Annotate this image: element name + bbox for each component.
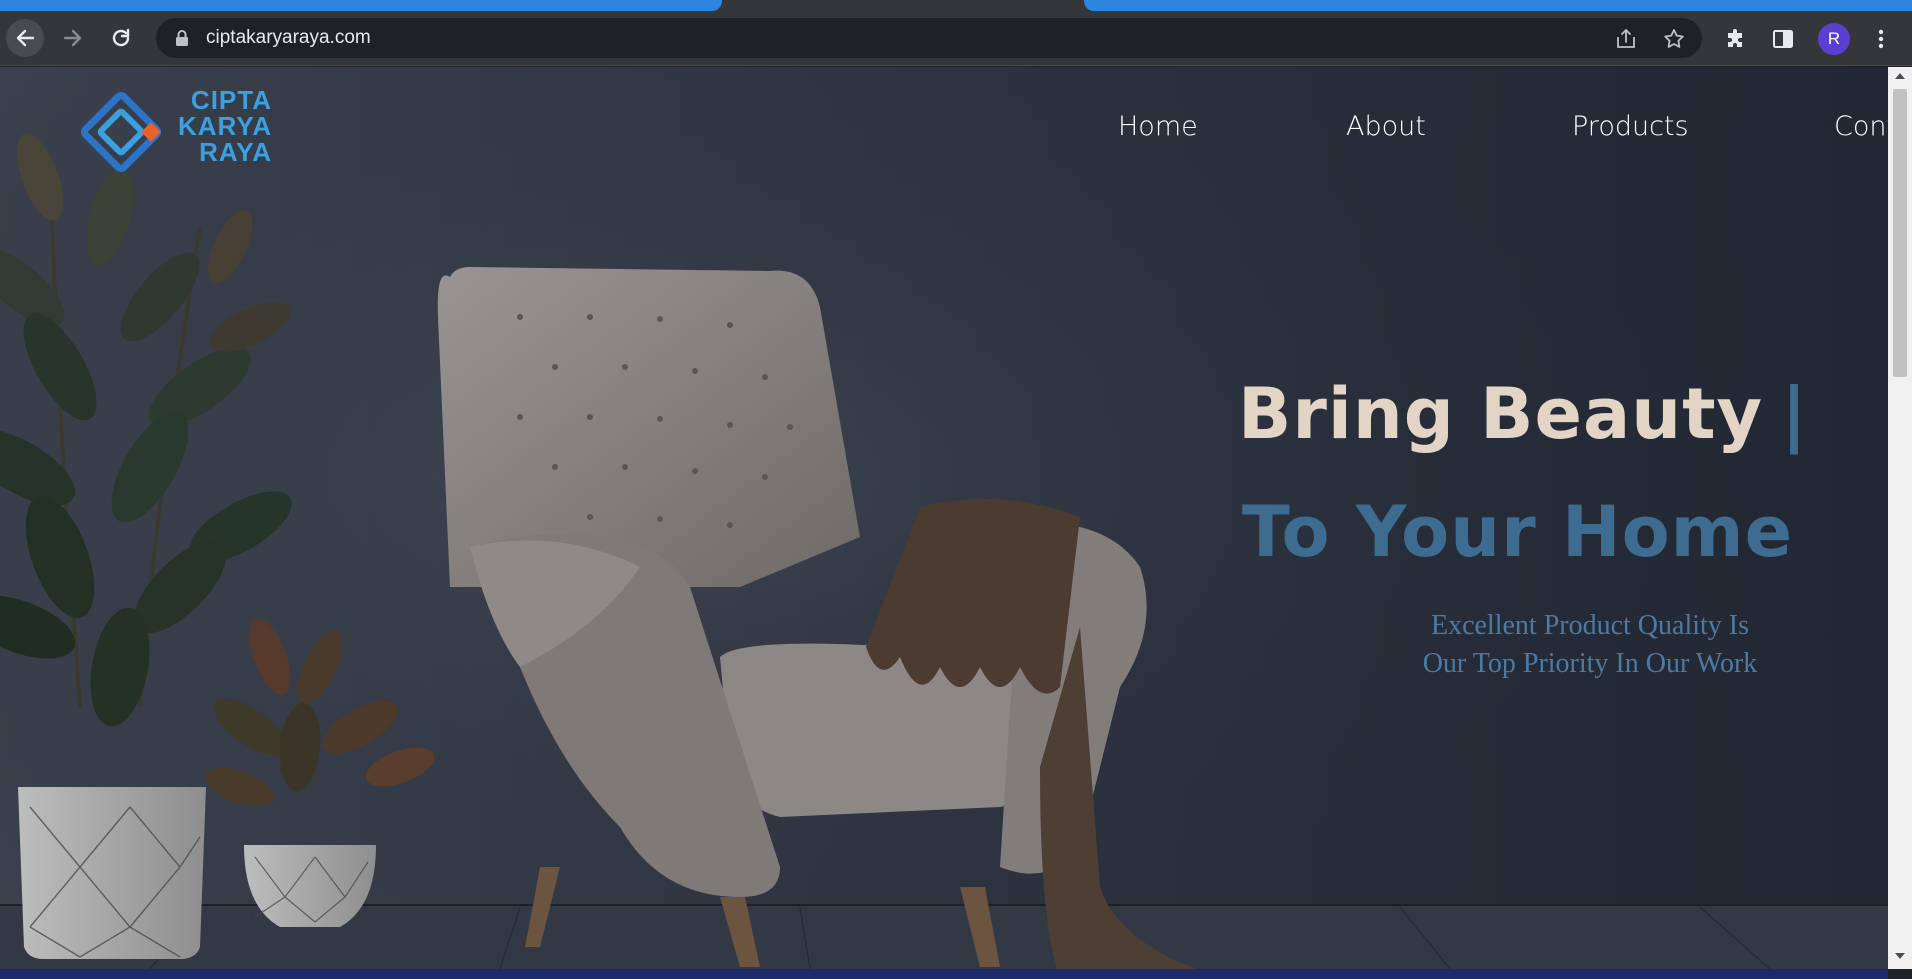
browser-menu-button[interactable] — [1868, 26, 1894, 52]
nav-home-link[interactable]: Home — [1118, 111, 1198, 142]
main-nav: Home About Products Contact — [988, 111, 1888, 151]
lock-icon[interactable] — [174, 29, 190, 47]
page-scrollbar[interactable] — [1888, 67, 1912, 969]
nav-contact-link[interactable]: Contact — [1834, 111, 1888, 142]
bookmark-button[interactable] — [1662, 27, 1686, 51]
logo-line-3: RAYA — [199, 137, 272, 167]
reload-button[interactable] — [102, 19, 140, 57]
tab-strip — [0, 0, 1912, 12]
back-button[interactable] — [6, 19, 44, 57]
scroll-down-arrow-icon[interactable] — [1894, 951, 1906, 961]
hero-subtitle-line-2: Our Top Priority In Our Work — [1422, 648, 1758, 679]
url-text[interactable]: ciptakaryaraya.com — [206, 27, 371, 49]
typing-cursor: | — [1781, 373, 1808, 455]
next-section-edge — [0, 969, 1888, 979]
hero-subtitle: Excellent Product Quality Is Our Top Pri… — [1320, 607, 1860, 683]
site-logo[interactable]: CIPTA KARYA RAYA — [80, 87, 280, 173]
hero-title-line-1: Bring Beauty | — [1238, 373, 1808, 455]
forward-button[interactable] — [54, 19, 92, 57]
address-bar[interactable]: ciptakaryaraya.com — [156, 18, 1702, 58]
profile-avatar[interactable]: R — [1818, 23, 1850, 55]
logo-mark-icon — [80, 91, 162, 173]
star-icon — [1664, 29, 1684, 48]
hero-title-text: Bring Beauty — [1238, 373, 1764, 455]
tab-inactive-left[interactable] — [0, 0, 722, 11]
share-icon — [1617, 28, 1635, 48]
puzzle-icon — [1728, 29, 1742, 47]
logo-line-2: KARYA — [178, 111, 273, 141]
side-panel-button[interactable] — [1770, 26, 1796, 52]
share-button[interactable] — [1614, 27, 1638, 51]
logo-text: CIPTA KARYA RAYA — [178, 87, 272, 165]
nav-about-link[interactable]: About — [1346, 111, 1426, 142]
nav-products-link[interactable]: Products — [1572, 111, 1689, 142]
scroll-up-arrow-icon[interactable] — [1894, 71, 1906, 81]
browser-toolbar: ciptakaryaraya.com R — [0, 12, 1912, 66]
tab-inactive-right[interactable] — [1084, 0, 1912, 11]
tab-active[interactable] — [722, 0, 1084, 12]
arrow-left-icon — [16, 29, 35, 47]
extensions-button[interactable] — [1723, 26, 1749, 52]
logo-line-1: CIPTA — [190, 85, 272, 115]
scroll-thumb[interactable] — [1893, 89, 1907, 377]
side-panel-icon — [1773, 30, 1793, 48]
page-viewport: CIPTA KARYA RAYA Home About Products Con… — [0, 67, 1888, 969]
kebab-menu-icon — [1878, 29, 1884, 49]
reload-icon — [112, 28, 130, 47]
hero-subtitle-line-1: Excellent Product Quality Is — [1430, 610, 1750, 641]
arrow-right-icon — [63, 29, 82, 47]
hero-title-line-2: To Your Home — [1242, 491, 1794, 573]
